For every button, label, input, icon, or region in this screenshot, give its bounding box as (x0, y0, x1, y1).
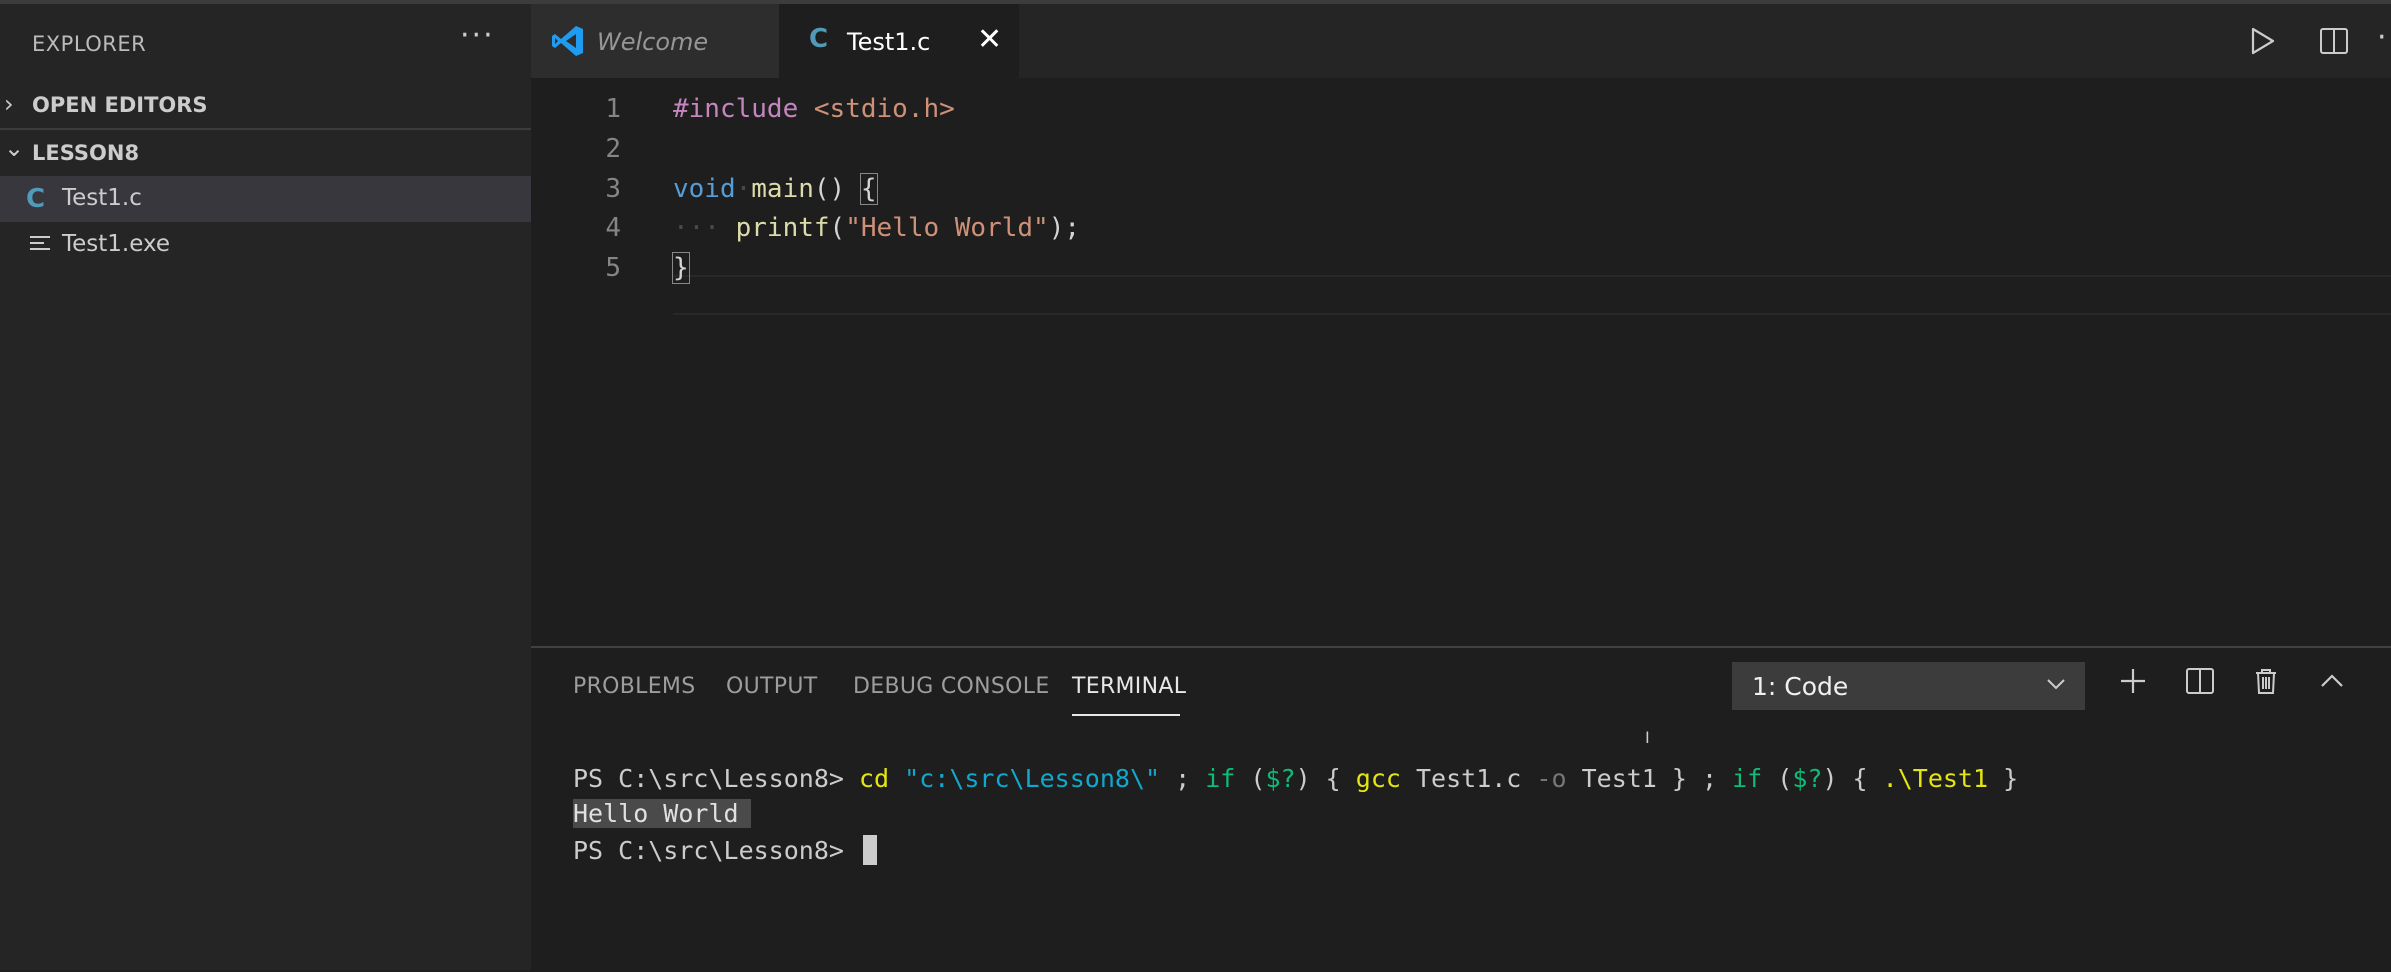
code-line-4: ··· printf("Hello World"); (673, 213, 1080, 243)
tab-test1-c[interactable]: C Test1.c ✕ (779, 4, 1019, 78)
cmd-path: "c:\src\Lesson8\" (904, 764, 1161, 793)
run-icon[interactable] (2247, 26, 2277, 56)
tab-debug-console[interactable]: DEBUG CONSOLE (853, 674, 1050, 699)
split-editor-icon[interactable] (2319, 26, 2349, 56)
cmd-separator: ; (1175, 764, 1191, 793)
more-actions-icon[interactable]: ··· (460, 18, 495, 53)
function-name: main (751, 174, 814, 204)
cmd-condition: $? (1792, 764, 1823, 793)
cmd-run: .\Test1 (1882, 764, 1989, 793)
terminal-select[interactable]: 1: Code (1732, 662, 2085, 710)
split-terminal-icon[interactable] (2185, 666, 2215, 696)
cmd-gcc-flag: -o (1536, 764, 1567, 793)
c-file-icon: C (809, 24, 829, 54)
cmd-if: if (1205, 764, 1236, 793)
more-actions-icon[interactable]: · (2377, 20, 2387, 55)
cmd-gcc-out: Test1 (1581, 764, 1657, 793)
terminal-prompt: PS C:\src\Lesson8> (573, 764, 844, 793)
terminal-output: Hello World (573, 799, 751, 828)
cmd-cd: cd (859, 764, 890, 793)
vscode-icon (552, 26, 583, 56)
tab-welcome[interactable]: Welcome (531, 4, 779, 78)
explorer-header: EXPLORER ··· (0, 4, 531, 82)
folder-section-lesson8[interactable]: ⌄ LESSON8 (0, 130, 531, 176)
terminal-line-2: Hello World (573, 799, 751, 828)
line-number: 5 (605, 253, 621, 283)
line-number: 3 (605, 174, 621, 204)
code-line-5: } (672, 252, 690, 284)
c-file-icon: C (26, 184, 46, 214)
tab-output[interactable]: OUTPUT (726, 674, 817, 699)
code-line-3: void·main() { (673, 173, 878, 205)
open-brace: { (859, 173, 878, 205)
function-call: printf (735, 213, 830, 243)
string-literal: "Hello World" (845, 213, 1049, 243)
terminal-prompt: PS C:\src\Lesson8> (573, 836, 844, 865)
line-number: 4 (605, 213, 621, 243)
code-line-1: #include <stdio.h> (673, 94, 955, 124)
editor-tab-bar: Welcome C Test1.c ✕ · (531, 4, 2391, 78)
open-editors-section[interactable]: › OPEN EDITORS (0, 82, 531, 128)
bottom-panel: PROBLEMS OUTPUT DEBUG CONSOLE TERMINAL 1… (531, 646, 2391, 972)
lines-file-icon (30, 236, 50, 254)
terminal-select-value: 1: Code (1752, 672, 1849, 701)
params: () (813, 174, 861, 204)
indent-whitespace: ··· (673, 213, 720, 243)
file-item-test1-exe[interactable]: Test1.exe (0, 222, 531, 268)
file-item-test1-c[interactable]: C Test1.c (0, 176, 531, 222)
explorer-sidebar: EXPLORER ··· › OPEN EDITORS ⌄ LESSON8 C … (0, 4, 531, 970)
paren-close: ); (1048, 213, 1081, 243)
cmd-gcc: gcc (1355, 764, 1401, 793)
mouse-cursor-icon: I (1645, 728, 1650, 747)
chevron-right-icon: › (4, 90, 14, 118)
terminal-line-3[interactable]: PS C:\src\Lesson8> (573, 835, 877, 865)
code-editor[interactable]: 1 2 3 4 5 #include <stdio.h> void·main()… (531, 78, 2391, 646)
chevron-up-icon[interactable] (2317, 666, 2347, 696)
close-brace: } (672, 252, 690, 284)
preprocessor-directive: #include (673, 94, 799, 124)
folder-label: LESSON8 (32, 141, 140, 165)
explorer-title: EXPLORER (32, 32, 147, 56)
tab-terminal[interactable]: TERMINAL (1072, 674, 1186, 699)
tab-problems[interactable]: PROBLEMS (573, 674, 695, 699)
file-name: Test1.c (62, 185, 142, 211)
terminal-cursor (863, 835, 877, 865)
tab-label: Welcome (597, 28, 709, 56)
tab-label: Test1.c (847, 28, 931, 56)
cmd-gcc-file: Test1.c (1416, 764, 1522, 793)
chevron-down-icon: ⌄ (4, 134, 25, 162)
type-keyword: void (673, 174, 736, 204)
include-header: <stdio.h> (813, 94, 955, 124)
line-number: 2 (605, 134, 621, 164)
trash-icon[interactable] (2251, 666, 2281, 696)
paren-open: ( (829, 213, 846, 243)
open-editors-label: OPEN EDITORS (32, 93, 208, 117)
cmd-if: if (1732, 764, 1763, 793)
chevron-down-icon (2047, 679, 2065, 690)
terminal-line-1: PS C:\src\Lesson8> cd "c:\src\Lesson8\" … (573, 764, 2019, 793)
current-line-highlight (673, 275, 2391, 315)
close-icon[interactable]: ✕ (977, 22, 1002, 57)
plus-icon[interactable] (2118, 666, 2148, 696)
cmd-condition: $? (1265, 764, 1296, 793)
file-name: Test1.exe (62, 231, 171, 257)
line-number: 1 (605, 94, 621, 124)
active-tab-underline (1072, 714, 1180, 716)
